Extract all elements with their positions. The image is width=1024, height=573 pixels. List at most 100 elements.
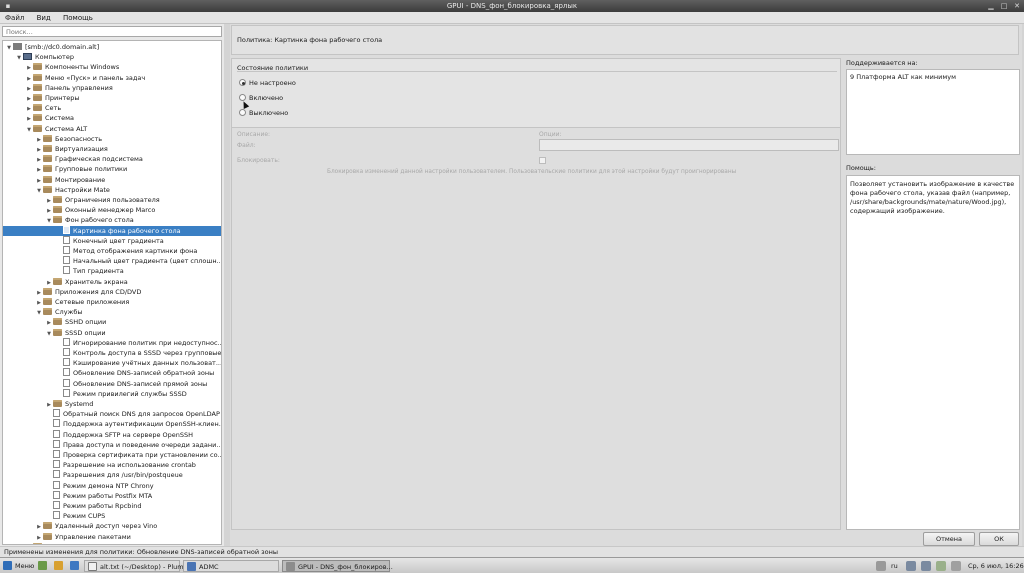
tree-node[interactable]: ▶ Система <box>3 113 221 123</box>
language-indicator[interactable]: ru <box>891 560 898 572</box>
tree-node[interactable]: ▶ Оконный менеджер Marco <box>3 205 221 215</box>
close-icon[interactable]: ✕ <box>1012 1 1022 11</box>
policy-item[interactable]: Права доступа и поведение очереди задани… <box>3 439 221 450</box>
tree-node[interactable]: ▶ Systemd <box>3 399 221 409</box>
policy-item[interactable]: Начальный цвет градиента (цвет сплошн... <box>3 256 221 266</box>
collapse-arrow-icon[interactable]: ▶ <box>35 135 43 144</box>
policy-item[interactable]: Обратный поиск DNS для запросов OpenLDAP <box>3 409 221 419</box>
collapse-arrow-icon[interactable]: ▶ <box>25 94 33 103</box>
collapse-arrow-icon[interactable]: ▶ <box>45 318 53 327</box>
tree-node[interactable]: ▶ Безопасность <box>3 134 221 144</box>
policy-item[interactable]: Поддержка SFTP на сервере OpenSSH <box>3 429 221 440</box>
tree-node[interactable]: ▶ Компоненты Windows <box>3 62 221 72</box>
window-menu-icon[interactable]: ▪ <box>3 1 13 11</box>
task-admc[interactable]: ADMC <box>183 560 279 572</box>
task-pluma[interactable]: alt.txt (~/Desktop) - Pluma <box>84 560 188 572</box>
cancel-button[interactable]: Отмена <box>923 532 975 546</box>
collapse-arrow-icon[interactable]: ▶ <box>25 84 33 93</box>
tree-node[interactable]: ▶ Сеть <box>3 103 221 113</box>
expand-arrow-icon[interactable]: ▼ <box>15 53 23 62</box>
tree-node[interactable]: ▼ Компьютер <box>3 52 221 62</box>
tray-app-icon[interactable] <box>951 561 961 571</box>
collapse-arrow-icon[interactable]: ▶ <box>45 206 53 215</box>
file-path-input[interactable] <box>539 139 839 151</box>
tree-node[interactable]: ▼ Службы <box>3 307 221 317</box>
volume-icon[interactable] <box>921 561 931 571</box>
policy-item[interactable]: Проверка сертификата при установлении со… <box>3 450 221 460</box>
collapse-arrow-icon[interactable]: ▶ <box>25 104 33 113</box>
collapse-arrow-icon[interactable]: ▶ <box>45 196 53 205</box>
policy-item[interactable]: Кэширование учётных данных пользоват... <box>3 358 221 368</box>
policy-item[interactable]: Режим работы Postfix MTA <box>3 490 221 501</box>
task-gpui[interactable]: GPUI - DNS_фон_блокиров... <box>282 560 393 572</box>
collapse-arrow-icon[interactable]: ▶ <box>35 533 43 542</box>
tree-node[interactable]: ▼ [smb://dc0.domain.alt] <box>3 42 221 52</box>
policy-item[interactable]: Тип градиента <box>3 266 221 276</box>
collapse-arrow-icon[interactable]: ▶ <box>35 155 43 164</box>
policy-item[interactable]: Метод отображения картинки фона <box>3 246 221 256</box>
tree-node[interactable]: ▶ Виртуализация <box>3 144 221 154</box>
ok-button[interactable]: ОК <box>979 532 1019 546</box>
expand-arrow-icon[interactable]: ▼ <box>45 216 53 225</box>
tree-node[interactable]: ▶ Приложения для CD/DVD <box>3 287 221 297</box>
expand-arrow-icon[interactable]: ▼ <box>45 329 53 338</box>
collapse-arrow-icon[interactable]: ▶ <box>35 288 43 297</box>
tree-node[interactable]: ▶ Групповые политики <box>3 164 221 174</box>
tree-node[interactable]: ▶ Управление пакетами <box>3 532 221 542</box>
tree-node[interactable]: ▼ Система ALT <box>3 124 221 134</box>
minimize-icon[interactable]: ▁ <box>986 1 996 11</box>
menu-view[interactable]: Вид <box>32 12 56 24</box>
collapse-arrow-icon[interactable]: ▶ <box>35 145 43 154</box>
launcher-icon[interactable] <box>54 560 66 572</box>
tree-node[interactable]: ▶ Хранитель экрана <box>3 277 221 287</box>
collapse-arrow-icon[interactable]: ▶ <box>25 114 33 123</box>
collapse-arrow-icon[interactable]: ▶ <box>35 165 43 174</box>
lock-checkbox[interactable] <box>539 157 546 164</box>
policy-item[interactable]: Контроль доступа в SSSD через групповые.… <box>3 348 221 358</box>
policy-item[interactable]: Обновление DNS-записей обратной зоны <box>3 368 221 378</box>
policy-item[interactable]: Режим демона NTP Chrony <box>3 480 221 491</box>
policy-item[interactable]: Обновление DNS-записей прямой зоны <box>3 378 221 389</box>
collapse-arrow-icon[interactable]: ▶ <box>25 63 33 72</box>
launcher-icon[interactable] <box>38 560 50 572</box>
policy-item[interactable]: Режим работы Rpcbind <box>3 501 221 511</box>
collapse-arrow-icon[interactable]: ▶ <box>35 176 43 185</box>
policy-item[interactable]: Игнорирование политик при недоступнос... <box>3 337 221 348</box>
tree-node[interactable]: ▶ Сетевые приложения <box>3 297 221 307</box>
radio-disabled[interactable]: Выключено <box>239 109 288 117</box>
radio-not-configured[interactable]: Не настроено <box>239 79 296 87</box>
tree-node[interactable]: ▶ Графическая подсистема <box>3 154 221 164</box>
tree-node[interactable]: ▼ SSSD опции <box>3 328 221 338</box>
collapse-arrow-icon[interactable]: ▶ <box>35 298 43 307</box>
tree-node[interactable]: ▶ Google <box>3 542 221 544</box>
collapse-arrow-icon[interactable]: ▶ <box>25 543 33 544</box>
expand-arrow-icon[interactable]: ▼ <box>25 125 33 134</box>
policy-item[interactable]: Картинка фона рабочего стола <box>3 225 221 236</box>
launcher-icon[interactable] <box>70 560 82 572</box>
menu-file[interactable]: Файл <box>0 12 29 24</box>
policy-item[interactable]: Разрешение на использование crontab <box>3 460 221 470</box>
policy-item[interactable]: Режим CUPS <box>3 511 221 521</box>
policy-item[interactable]: Разрешения для /usr/bin/postqueue <box>3 470 221 480</box>
tree-node[interactable]: ▶ Монтирование <box>3 175 221 185</box>
tree-node[interactable]: ▶ Ограничения пользователя <box>3 195 221 205</box>
tree-node[interactable]: ▶ Панель управления <box>3 83 221 93</box>
search-input[interactable] <box>2 26 222 37</box>
tree-node[interactable]: ▼ Настройки Mate <box>3 185 221 195</box>
collapse-arrow-icon[interactable]: ▶ <box>45 278 53 287</box>
expand-arrow-icon[interactable]: ▼ <box>35 308 43 317</box>
collapse-arrow-icon[interactable]: ▶ <box>45 400 53 409</box>
collapse-arrow-icon[interactable]: ▶ <box>25 74 33 83</box>
collapse-arrow-icon[interactable]: ▶ <box>35 522 43 531</box>
tree-node[interactable]: ▶ Удаленный доступ через Vino <box>3 521 221 531</box>
tree-node[interactable]: ▶ Меню «Пуск» и панель задач <box>3 73 221 83</box>
tray-app-icon[interactable] <box>876 561 886 571</box>
menu-help[interactable]: Помощь <box>58 12 98 24</box>
expand-arrow-icon[interactable]: ▼ <box>35 186 43 195</box>
network-icon[interactable] <box>906 561 916 571</box>
policy-item[interactable]: Конечный цвет градиента <box>3 235 221 246</box>
policy-item[interactable]: Поддержка аутентификации OpenSSH-клиен..… <box>3 419 221 429</box>
power-icon[interactable] <box>936 561 946 571</box>
tree-node[interactable]: ▶ Принтеры <box>3 93 221 103</box>
tree-node[interactable]: ▶ SSHD опции <box>3 317 221 327</box>
